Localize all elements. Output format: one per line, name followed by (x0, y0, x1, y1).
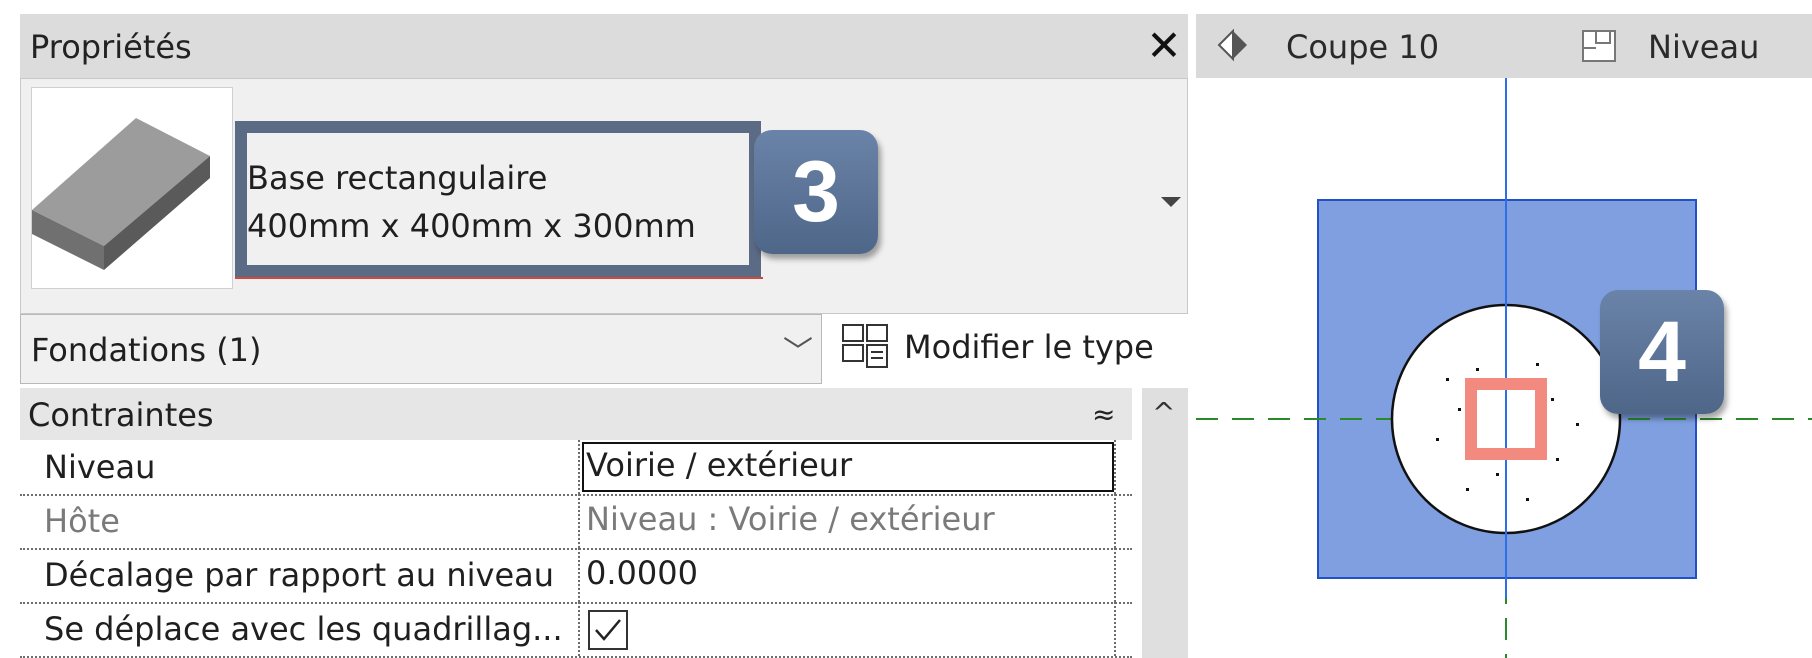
column-divider (1114, 440, 1116, 494)
edit-type-label: Modifier le type (904, 328, 1154, 366)
footing-thumbnail-icon (31, 87, 233, 289)
offset-value-field[interactable]: 0.0000 (586, 554, 1106, 596)
property-row-moves-with-grids[interactable]: Se déplace avec les quadrillag... (20, 602, 1132, 658)
chevron-down-icon: ﹀ (783, 335, 813, 370)
filter-row: Fondations (1) ﹀ Modifier le type (20, 314, 1188, 386)
property-name: Niveau (44, 448, 156, 486)
tab-label: Coupe 10 (1286, 28, 1440, 66)
property-name: Se déplace avec les quadrillag... (44, 610, 563, 648)
checkmark-icon (595, 619, 621, 641)
properties-header: Propriétés ✕ (20, 14, 1188, 78)
property-row-host: Hôte Niveau : Voirie / extérieur (20, 494, 1132, 550)
edit-type-icon (840, 322, 892, 378)
section-constraints-header[interactable]: Contraintes ≈ (20, 388, 1132, 440)
column-divider (578, 548, 580, 602)
close-icon[interactable]: ✕ (1144, 24, 1184, 68)
column-divider (1114, 494, 1116, 548)
type-dimensions: 400mm x 400mm x 300mm (247, 207, 696, 245)
selection-filter-label: Fondations (1) (31, 331, 262, 369)
selection-filter-dropdown[interactable]: Fondations (1) ﹀ (20, 314, 822, 384)
column-divider (1114, 602, 1116, 656)
edit-type-button[interactable]: Modifier le type (836, 318, 1188, 378)
column-divider (578, 494, 580, 548)
section-view-icon (1216, 28, 1250, 66)
triangle-down-icon[interactable] (1161, 197, 1181, 207)
level-plan-icon (1580, 26, 1620, 70)
callout-badge-3: 3 (754, 130, 878, 254)
type-name-highlight[interactable]: Base rectangulaire 400mm x 400mm x 300mm (235, 121, 761, 277)
tab-level[interactable]: Niveau (1576, 14, 1812, 78)
tab-section-10[interactable]: Coupe 10 (1196, 14, 1536, 78)
properties-title: Propriétés (30, 28, 192, 66)
property-value: Voirie / extérieur (586, 446, 853, 484)
property-name: Hôte (44, 502, 120, 540)
property-value: Niveau : Voirie / extérieur (586, 500, 995, 538)
tab-label: Niveau (1648, 28, 1760, 66)
section-label: Contraintes (28, 396, 214, 434)
property-row-level[interactable]: Niveau Voirie / extérieur (20, 440, 1132, 496)
property-name: Décalage par rapport au niveau (44, 556, 555, 594)
level-value-field[interactable]: Voirie / extérieur (582, 442, 1114, 492)
column-divider (578, 440, 580, 494)
property-row-offset[interactable]: Décalage par rapport au niveau 0.0000 (20, 548, 1132, 604)
view-tabs: Coupe 10 Niveau (1196, 14, 1812, 78)
type-selector[interactable]: Base rectangulaire 400mm x 400mm x 300mm (20, 78, 1188, 314)
callout-badge-4: 4 (1600, 290, 1724, 414)
scroll-up-icon[interactable]: ^ (1152, 396, 1175, 429)
column-divider (578, 602, 580, 656)
type-family-name: Base rectangulaire (247, 159, 548, 197)
type-underline (235, 277, 763, 279)
view-area: Coupe 10 Niveau 4 (1196, 14, 1812, 658)
column-divider (1114, 548, 1116, 602)
properties-panel: Propriétés ✕ Base rectangulaire 400mm x … (20, 14, 1188, 658)
moves-with-grids-checkbox[interactable] (588, 610, 628, 650)
properties-scrollbar[interactable]: ^ (1142, 388, 1188, 658)
collapse-icon[interactable]: ≈ (1092, 398, 1115, 431)
